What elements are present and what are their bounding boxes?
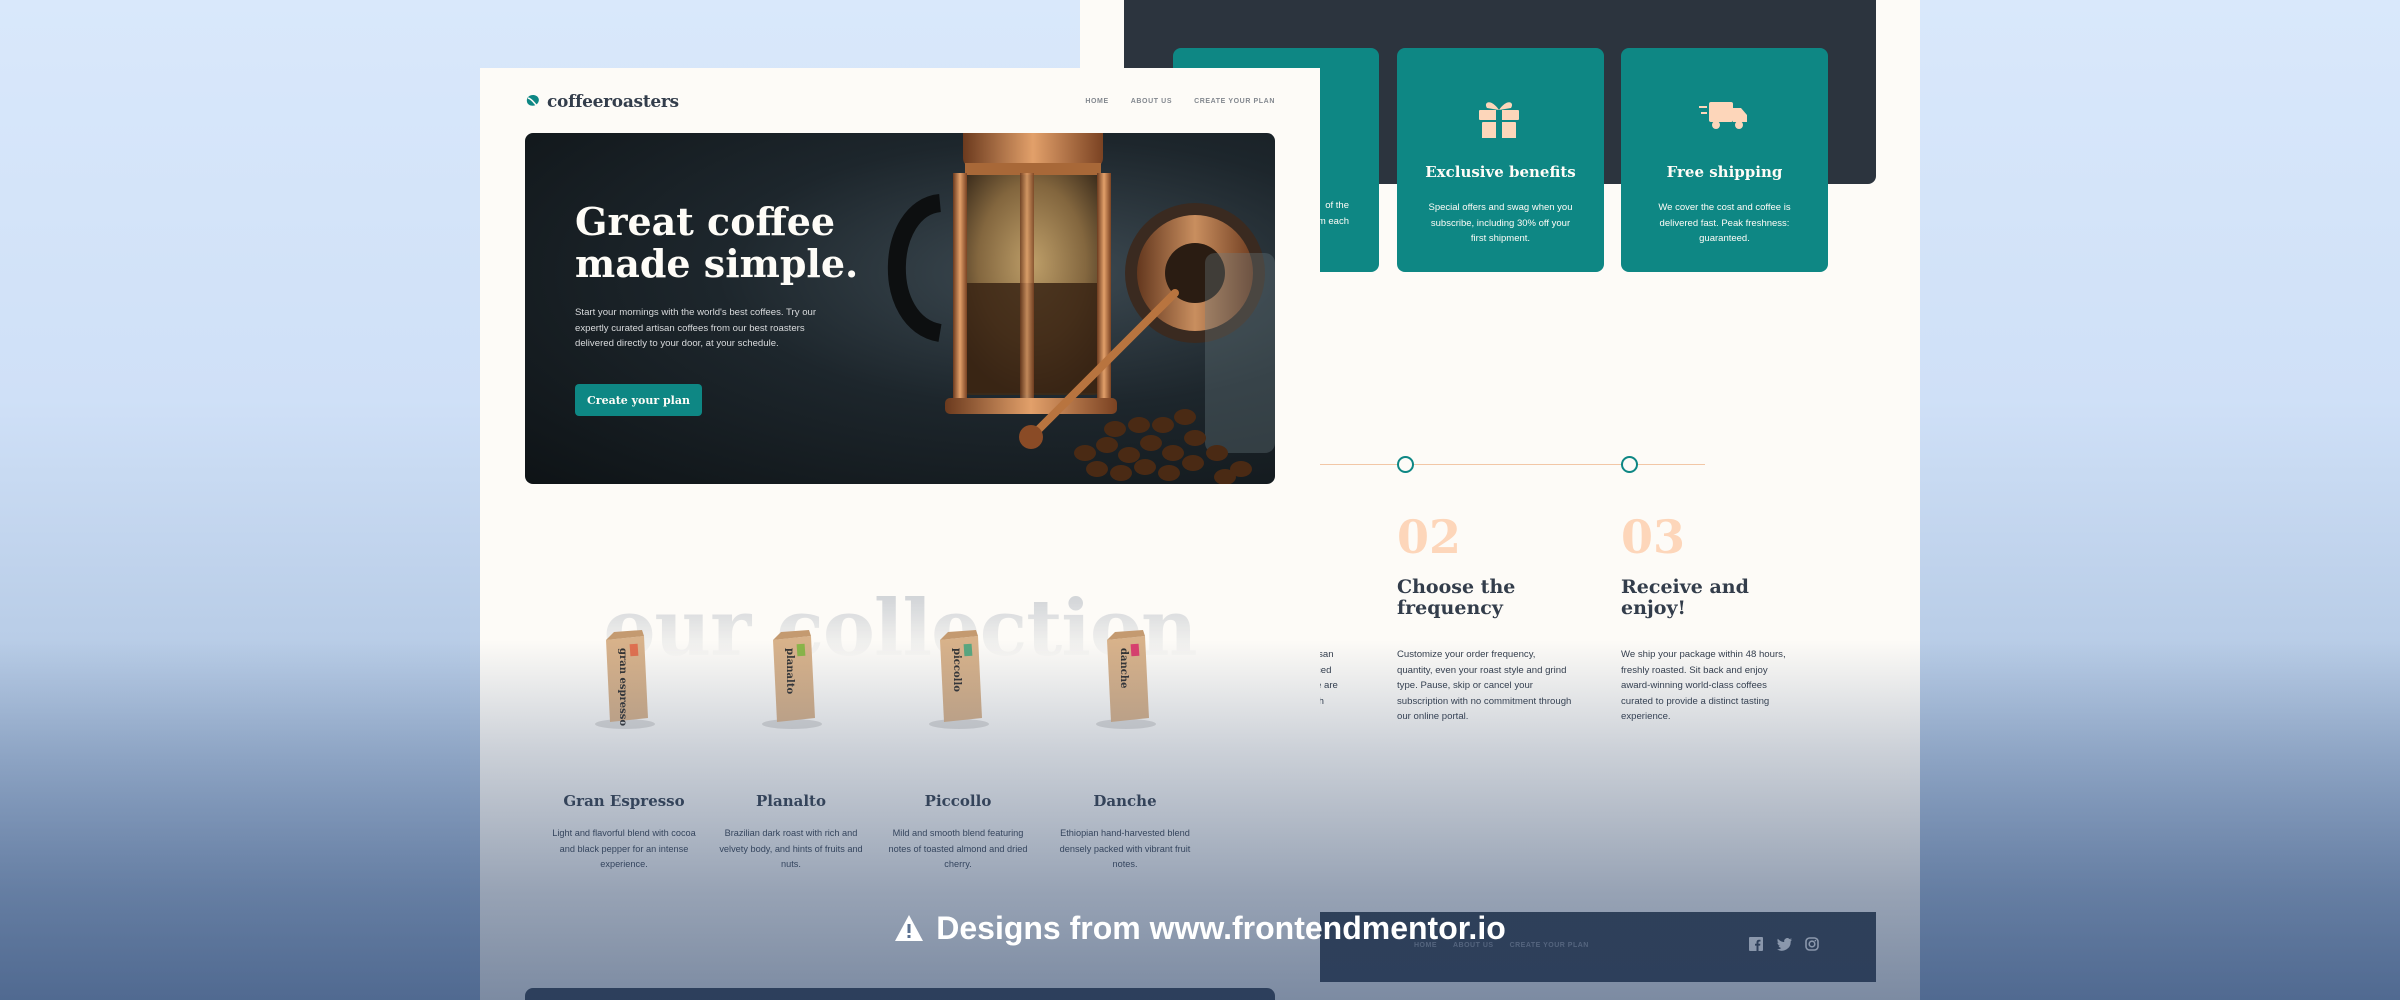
coffee-name: Danche	[1093, 792, 1157, 810]
benefit-title: Exclusive benefits	[1425, 163, 1576, 181]
timeline-dot-2	[1397, 456, 1414, 473]
bag-label: gran espresso	[617, 648, 628, 726]
benefit-desc: Special offers and swag when you subscri…	[1428, 202, 1573, 244]
benefit-card-exclusive: Exclusive benefits Special offers and sw…	[1397, 48, 1604, 272]
logo[interactable]: coffeeroasters	[525, 92, 679, 112]
step-desc: Customize your order frequency, quantity…	[1397, 649, 1572, 723]
hero-title: Great coffee made simple.	[575, 199, 859, 286]
coffee-bean-icon	[526, 95, 539, 107]
french-press-image	[887, 133, 1275, 484]
coffee-desc: Light and flavorful blend with cocoa and…	[552, 828, 696, 869]
timeline-line	[1320, 464, 1705, 465]
benefit-card-shipping: Free shipping We cover the cost and coff…	[1621, 48, 1828, 272]
timeline-dot-3	[1621, 456, 1638, 473]
coffee-name: Planalto	[756, 792, 826, 810]
coffee-bag-danche: danche	[1096, 630, 1156, 729]
front-page-screenshot: coffeeroasters HOME ABOUT US CREATE YOUR…	[480, 68, 1320, 1000]
benefit-title: Free shipping	[1666, 163, 1783, 181]
brand-name: coffeeroasters	[547, 92, 679, 112]
coffee-bag-planalto: planalto	[762, 630, 822, 729]
bag-label: planalto	[784, 648, 795, 694]
create-plan-button[interactable]: Create your plan	[575, 384, 702, 416]
coffee-name: Piccollo	[924, 792, 992, 810]
warning-icon	[895, 915, 924, 941]
step-number: 03	[1621, 510, 1686, 564]
bag-label: piccollo	[951, 648, 962, 692]
step-number: 02	[1397, 510, 1462, 564]
front-footer-edge	[525, 988, 1275, 1000]
site-header: coffeeroasters HOME ABOUT US CREATE YOUR…	[525, 92, 1275, 116]
step-title: Choose the frequency	[1397, 576, 1516, 619]
nav-link-about[interactable]: ABOUT US	[1131, 98, 1172, 105]
coffee-desc: Brazilian dark roast with rich and velve…	[719, 828, 863, 869]
benefit-desc: We cover the cost and coffee is delivere…	[1658, 202, 1791, 244]
main-nav: HOME ABOUT US CREATE YOUR PLAN	[1085, 98, 1275, 105]
coffee-desc: Ethiopian hand-harvested blend densely p…	[1059, 828, 1191, 869]
bag-label: danche	[1118, 648, 1129, 688]
step-desc: We ship your package within 48 hours, fr…	[1621, 649, 1786, 723]
attribution-banner: Designs from www.frontendmentor.io	[0, 907, 2400, 949]
hero-banner: Great coffee made simple. Start your mor…	[525, 133, 1275, 484]
truck-icon	[1621, 88, 1828, 138]
coffee-name: Gran Espresso	[563, 792, 685, 810]
nav-link-home[interactable]: HOME	[1085, 98, 1108, 105]
nav-link-plan[interactable]: CREATE YOUR PLAN	[1194, 98, 1275, 105]
step-title: Receive and enjoy!	[1621, 576, 1749, 619]
coffee-bag-piccollo: piccollo	[929, 630, 989, 729]
gift-icon	[1397, 88, 1604, 142]
attribution-text: Designs from www.frontendmentor.io	[936, 909, 1506, 946]
coffee-desc: Mild and smooth blend featuring notes of…	[888, 828, 1028, 869]
coffee-bag-gran-espresso: gran espresso	[595, 630, 655, 729]
hero-description: Start your mornings with the world's bes…	[575, 307, 817, 350]
